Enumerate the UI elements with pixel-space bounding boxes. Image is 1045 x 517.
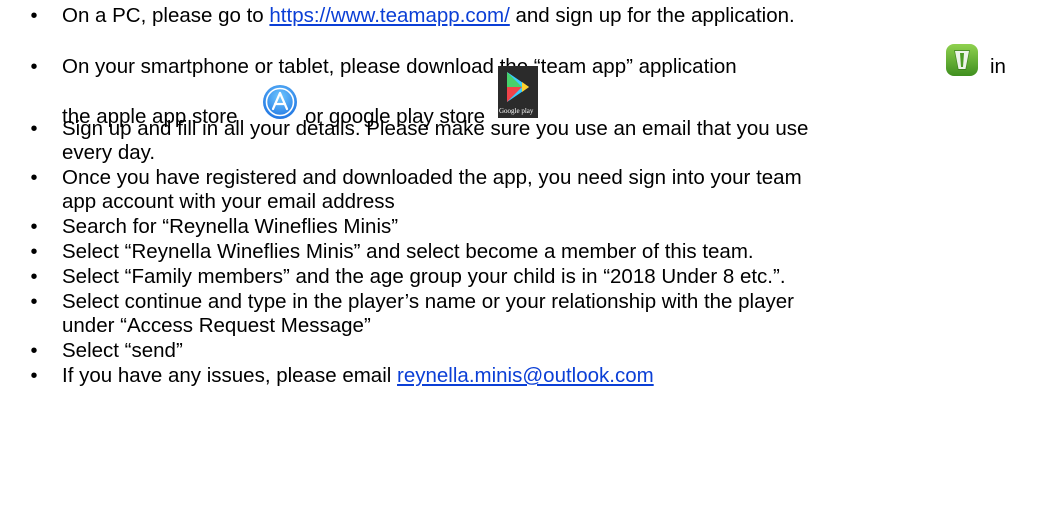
item-text: under “Access Request Message”	[62, 314, 371, 337]
item-text: Select “Family members” and the age grou…	[62, 265, 786, 288]
item-text: Select continue and type in the player’s…	[62, 290, 794, 313]
google-play-caption: Google play	[499, 107, 534, 115]
item-text: Search for “Reynella Wineflies Minis”	[62, 215, 399, 238]
item-text: Sign up and fill in all your details. Pl…	[62, 117, 809, 140]
bullet: •	[30, 340, 38, 362]
team-app-icon	[945, 43, 979, 83]
item-text: every day.	[62, 141, 156, 164]
bullet: •	[30, 216, 38, 238]
item-text: app account with your email address	[62, 190, 395, 213]
list-item: • If you have any issues, please email r…	[30, 364, 1032, 388]
item-text: On a PC, please go to	[62, 4, 270, 27]
bullet: •	[30, 291, 38, 313]
item-text: in	[990, 55, 1006, 78]
bullet: •	[30, 241, 38, 263]
item-text: Select “send”	[62, 339, 183, 362]
item-text: If you have any issues, please email	[62, 364, 398, 387]
list-item: • On a PC, please go to https://www.team…	[30, 4, 1032, 28]
list-item: • Select continue and type in the player…	[30, 290, 1032, 338]
bullet: •	[30, 5, 38, 27]
item-text: Select “Reynella Wineflies Minis” and se…	[62, 240, 754, 263]
item-text: Once you have registered and downloaded …	[62, 166, 802, 189]
instructions-document: • On a PC, please go to https://www.team…	[0, 0, 1045, 517]
list-item: • Select “Reynella Wineflies Minis” and …	[30, 240, 1032, 264]
teamapp-link[interactable]: https://www.teamapp.com/	[269, 4, 509, 27]
bullet: •	[30, 118, 38, 140]
bullet: •	[30, 266, 38, 288]
google-play-icon: Google play	[498, 66, 538, 124]
item-text: and sign up for the application.	[509, 4, 795, 27]
email-link[interactable]: reynella.minis@outlook.com	[397, 364, 654, 387]
list-item: • Select “send”	[30, 339, 1032, 363]
item-text: On your smartphone or tablet, please dow…	[62, 55, 737, 78]
list-item: • Search for “Reynella Wineflies Minis”	[30, 215, 1032, 239]
list-item: • Once you have registered and downloade…	[30, 166, 1032, 214]
list-item: • Select “Family members” and the age gr…	[30, 265, 1032, 289]
bullet: •	[30, 167, 38, 189]
bullet: •	[30, 365, 38, 387]
bullet: •	[30, 56, 38, 78]
list-item: • Sign up and fill in all your details. …	[30, 117, 1032, 165]
